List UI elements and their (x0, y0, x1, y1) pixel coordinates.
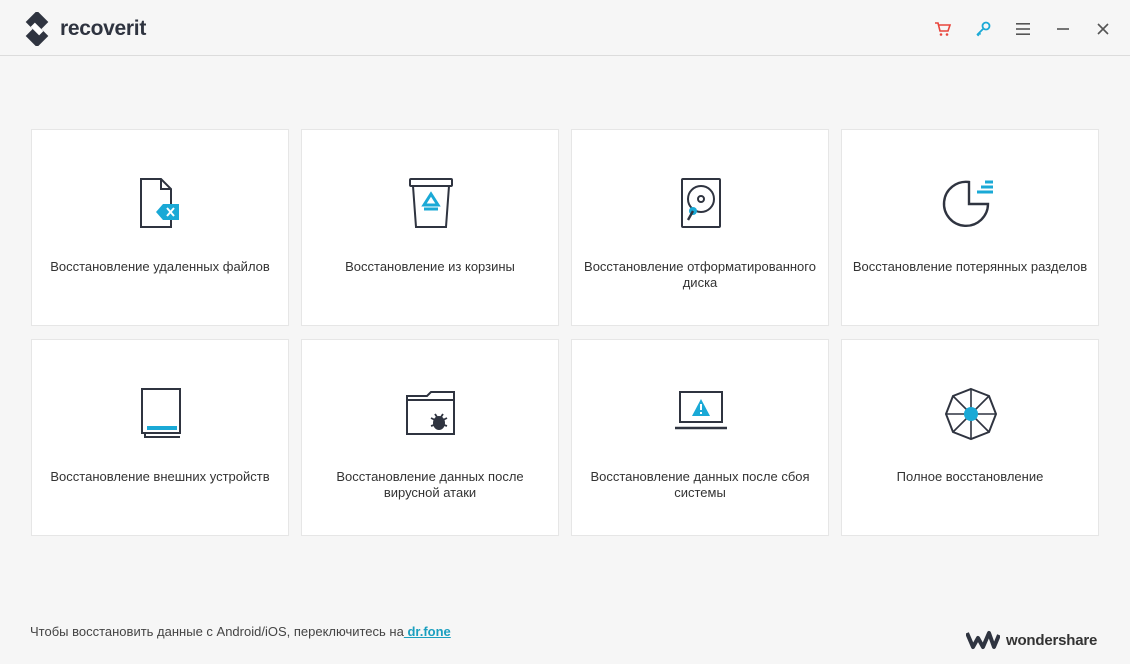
menu-icon (1016, 23, 1030, 35)
wondershare-brand: wondershare (966, 628, 1097, 652)
brand-name: wondershare (1006, 631, 1098, 649)
deleted-file-icon (140, 178, 179, 228)
all-around-icon (944, 387, 998, 441)
card-deleted-files[interactable]: Восстановление удаленных файлов (31, 129, 289, 326)
card-all-around[interactable]: Полное восстановление (841, 339, 1099, 536)
card-lost-partition[interactable]: Восстановление потерянных разделов (841, 129, 1099, 326)
recoverit-logo-icon (25, 12, 49, 46)
formatted-disk-icon (681, 178, 721, 228)
card-label: Восстановление потерянных разделов (852, 259, 1088, 274)
card-label: Восстановление удаленных файлов (50, 259, 270, 274)
footer-text: Чтобы восстановить данные с Android/iOS,… (30, 624, 404, 639)
lost-partition-icon (942, 180, 993, 227)
license-key-button[interactable] (970, 16, 996, 42)
app-logo: recoverit (20, 12, 146, 46)
close-button[interactable] (1090, 16, 1116, 42)
cart-icon (935, 22, 952, 36)
menu-button[interactable] (1010, 16, 1036, 42)
external-device-icon (141, 388, 181, 438)
card-formatted-disk[interactable]: Восстановление отформатированного диска (571, 129, 829, 326)
virus-folder-icon (406, 391, 455, 435)
card-label: Восстановление данных после сбоя системы (590, 469, 810, 500)
card-label: Восстановление внешних устройств (50, 469, 270, 484)
close-icon (1097, 23, 1109, 35)
drfone-link[interactable]: dr.fone (404, 624, 450, 639)
recovery-mode-grid: Восстановление удаленных файлов Восстано… (31, 129, 1099, 537)
minimize-button[interactable] (1050, 16, 1076, 42)
cart-button[interactable] (930, 16, 956, 42)
title-bar: recoverit (0, 0, 1130, 56)
card-external-device[interactable]: Восстановление внешних устройств (31, 339, 289, 536)
app-name: recoverit (60, 17, 147, 40)
system-crash-icon (675, 391, 727, 430)
footer-note: Чтобы восстановить данные с Android/iOS,… (30, 624, 451, 639)
window-controls (916, 16, 1116, 42)
minimize-icon (1057, 28, 1069, 30)
wondershare-logo-icon (966, 631, 1000, 649)
card-label: Восстановление данных после вирусной ата… (336, 469, 524, 500)
card-label: Восстановление из корзины (345, 259, 515, 274)
recycle-bin-icon (409, 178, 453, 228)
card-recycle-bin[interactable]: Восстановление из корзины (301, 129, 559, 326)
key-icon (976, 21, 991, 37)
card-system-crash[interactable]: Восстановление данных после сбоя системы (571, 339, 829, 536)
card-label: Полное восстановление (896, 469, 1044, 484)
card-label: Восстановление отформатированного диска (584, 259, 816, 290)
card-virus-attack[interactable]: Восстановление данных после вирусной ата… (301, 339, 559, 536)
